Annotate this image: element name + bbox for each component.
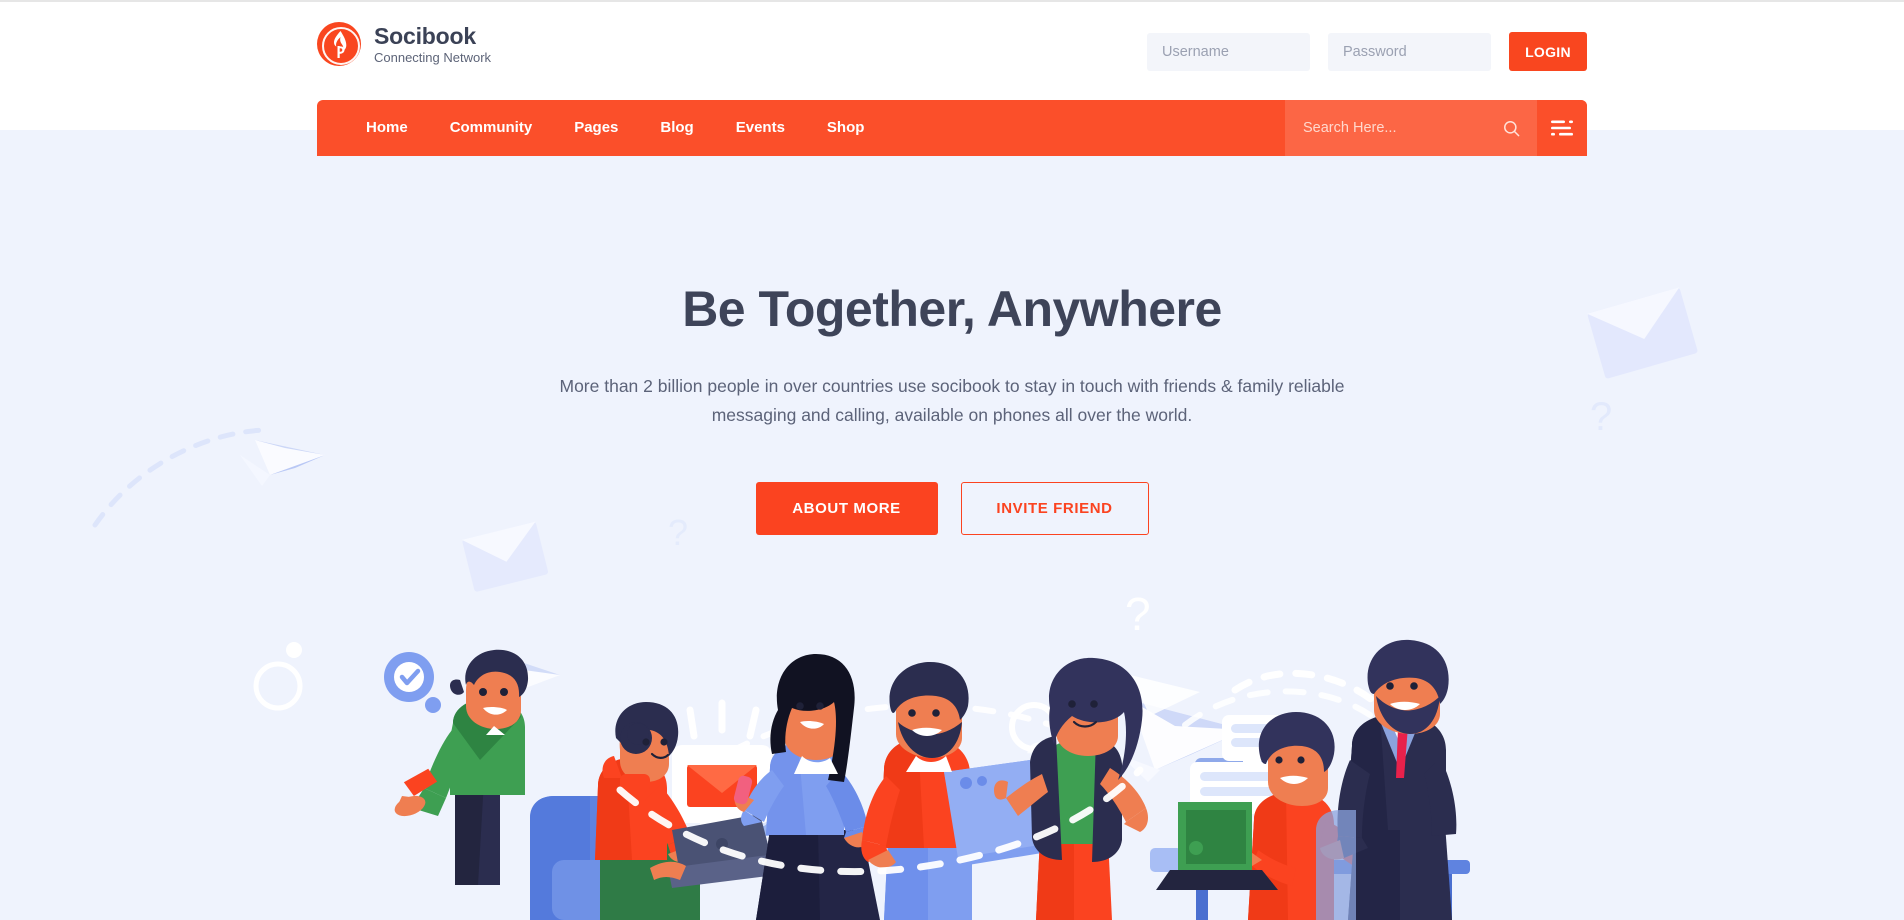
- invite-friend-button[interactable]: INVITE FRIEND: [960, 482, 1149, 535]
- search-input[interactable]: [1303, 120, 1502, 136]
- brand-name: Socibook: [374, 22, 476, 49]
- nav-item-community[interactable]: Community: [429, 100, 554, 156]
- brand-tagline: Connecting Network: [374, 49, 492, 65]
- brand-text: Socibook Connecting Network: [374, 22, 492, 65]
- logo-glyph: [334, 31, 347, 58]
- nav-item-shop[interactable]: Shop: [806, 100, 886, 156]
- nav-item-home[interactable]: Home: [345, 100, 429, 156]
- hero-cta-group: ABOUT MORE INVITE FRIEND: [0, 482, 1904, 535]
- nav-item-blog[interactable]: Blog: [639, 100, 714, 156]
- hero-subtitle: More than 2 billion people in over count…: [559, 376, 1345, 426]
- password-input[interactable]: [1328, 32, 1491, 71]
- hero-content: Be Together, Anywhere More than 2 billio…: [0, 130, 1904, 920]
- login-button[interactable]: LOGIN: [1509, 32, 1587, 71]
- about-more-button[interactable]: ABOUT MORE: [755, 482, 938, 535]
- page-title: Be Together, Anywhere: [682, 281, 1222, 337]
- search-box: [1285, 100, 1537, 156]
- nav-item-events[interactable]: Events: [715, 100, 806, 156]
- main-navigation: Home Community Pages Blog Events Shop: [317, 100, 1587, 156]
- flame-circle-logo-icon: [317, 22, 361, 66]
- brand-logo[interactable]: Socibook Connecting Network: [317, 22, 491, 66]
- nav-item-pages[interactable]: Pages: [553, 100, 639, 156]
- auth-form: LOGIN: [1147, 32, 1587, 71]
- nav-links: Home Community Pages Blog Events Shop: [317, 100, 1285, 156]
- username-input[interactable]: [1147, 32, 1310, 71]
- hamburger-menu-icon: [1551, 120, 1573, 136]
- menu-toggle-button[interactable]: [1537, 100, 1587, 156]
- hero-section: ? ? ? ? Be Together, Anywhere More than …: [0, 130, 1904, 920]
- search-icon[interactable]: [1502, 119, 1521, 138]
